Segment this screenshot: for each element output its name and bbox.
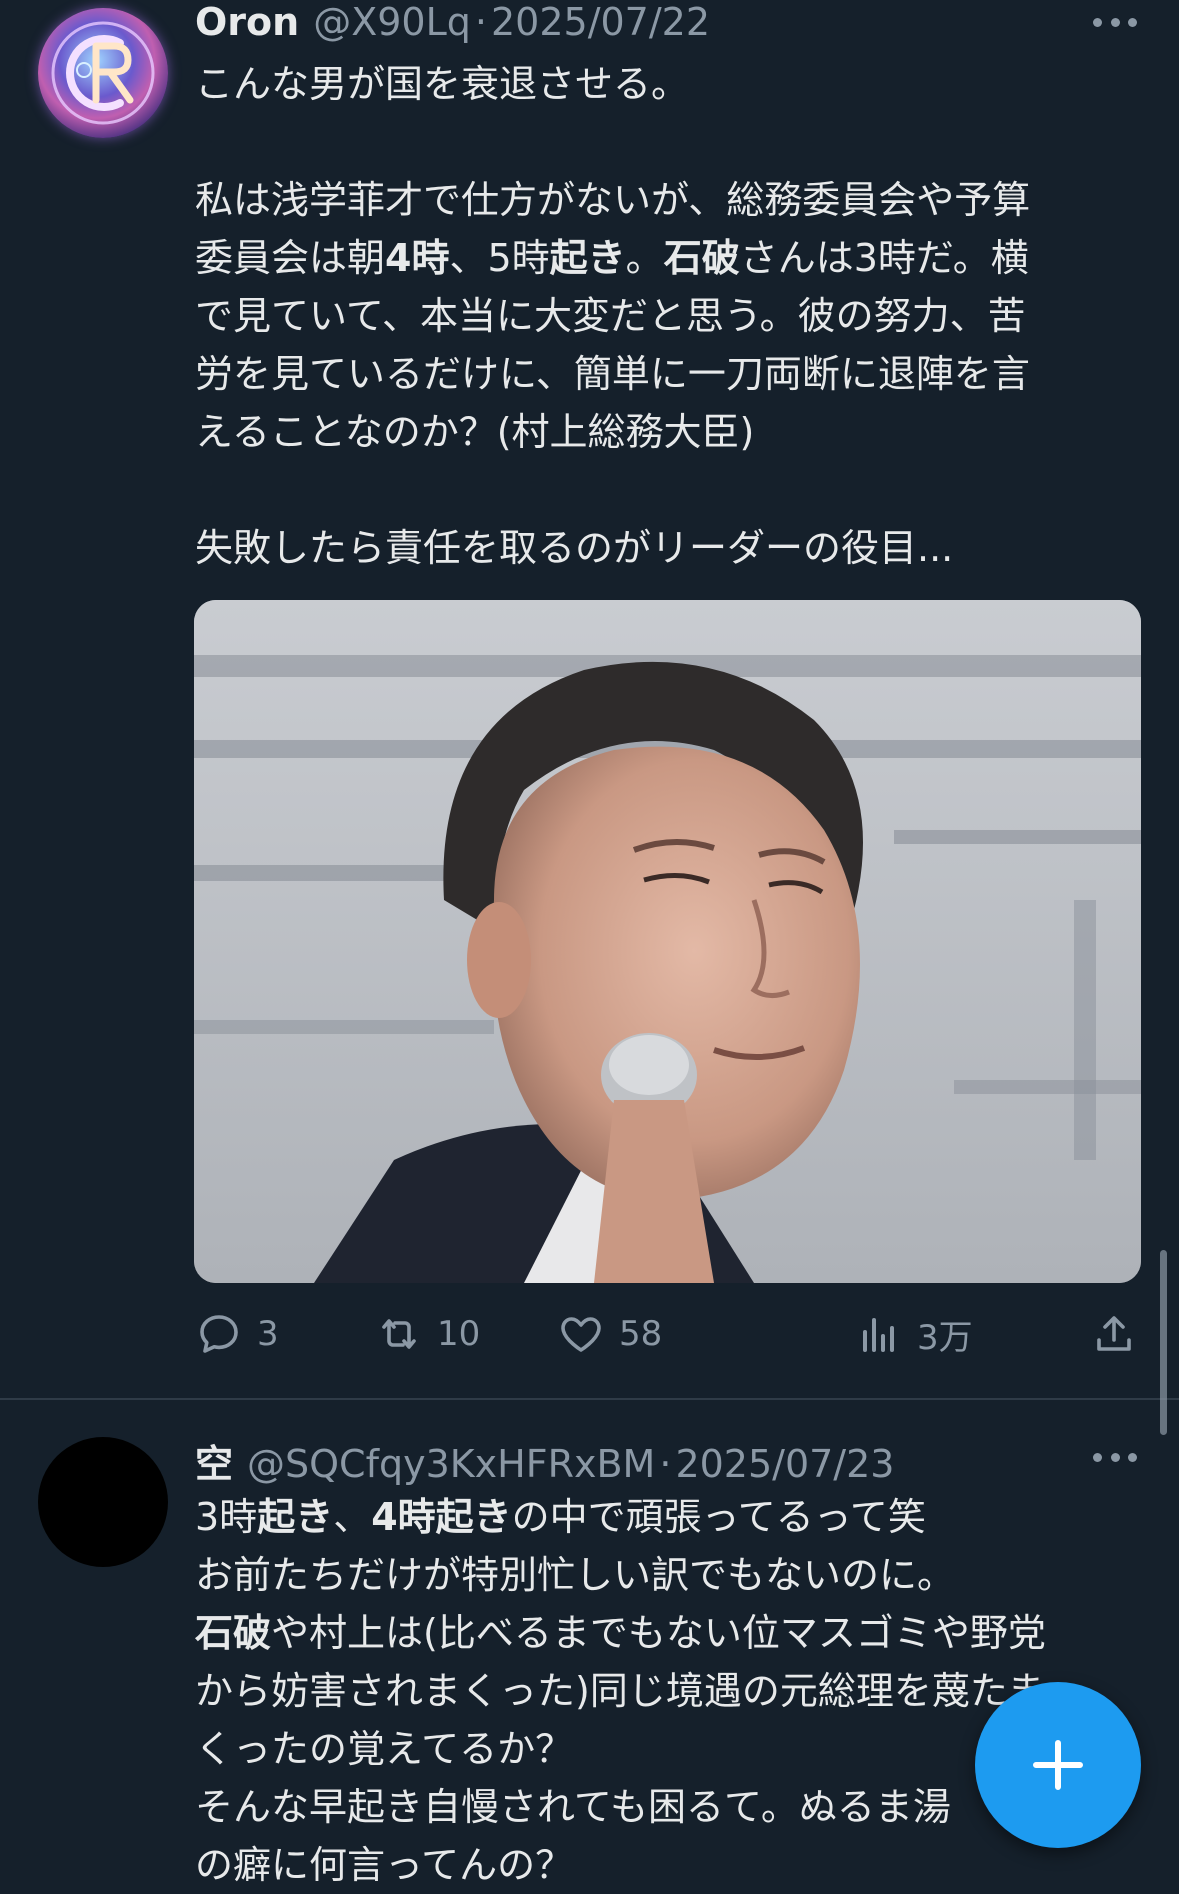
tweet-actions: 3 10 58 3万 [195, 1308, 1140, 1360]
more-options-button[interactable] [1093, 1447, 1137, 1467]
tweet-date[interactable]: 2025/07/23 [675, 1442, 894, 1486]
text-line: えることなのか？(村上総務大臣) [195, 403, 1145, 461]
text-line: こんな男が国を衰退させる。 [195, 55, 1145, 113]
avatar[interactable] [38, 8, 168, 138]
retweet-button[interactable]: 10 [375, 1308, 480, 1360]
tweet-header: 空 @SQCfqy3KxHFRxBM · 2025/07/23 [195, 1433, 894, 1486]
text-segment: こんな男が国を衰退させる。 [195, 62, 690, 106]
avatar[interactable] [38, 1437, 168, 1567]
share-button[interactable] [1090, 1308, 1152, 1360]
heart-icon [561, 1317, 601, 1352]
text-segment: くったの覚えてるか？ [195, 1727, 574, 1771]
tweet-text: こんな男が国を衰退させる。 私は浅学菲才で仕方がないが、総務委員会や予算 委員会は朝… [195, 55, 1145, 577]
text-segment: 失敗したら責任を取るのがリーダーの役目... [195, 526, 954, 570]
text-line: お前たちだけが特別忙しい訳でもないのに。 [195, 1546, 1145, 1604]
politician-photo [194, 600, 1141, 1283]
text-segment: の癖に何言ってんの？ [195, 1843, 574, 1887]
text-line: で見ていて、本当に大変だと思う。彼の努力、苦 [195, 287, 1145, 345]
plus-icon [1033, 1740, 1083, 1790]
views-count: 3万 [917, 1317, 973, 1358]
separator-dot: · [474, 0, 487, 44]
text-line: 石破や村上は(比べるまでもない位マスゴミや野党 [195, 1604, 1145, 1662]
text-segment: さんは3時だ。横 [739, 236, 1029, 280]
text-segment: 3時 [195, 1495, 258, 1539]
separator-dot: · [659, 1442, 672, 1486]
more-icon [1093, 1452, 1102, 1462]
bold-text: 4時起き [371, 1495, 512, 1539]
text-segment: 労を見ているだけに、簡単に一刀両断に退陣を言 [195, 352, 1030, 396]
tweet-header: Oron @X90Lq · 2025/07/22 [195, 0, 710, 48]
reply-icon [200, 1315, 238, 1353]
text-segment: から妨害されまくった)同じ境遇の元総理を蔑たま [195, 1669, 1045, 1713]
tweet-date[interactable]: 2025/07/22 [491, 0, 710, 44]
reply-count: 3 [257, 1314, 279, 1354]
text-line: 失敗したら責任を取るのがリーダーの役目... [195, 519, 1145, 577]
text-segment: そんな早起き自慢されても困るて。ぬるま湯 [195, 1785, 951, 1829]
retweet-count: 10 [437, 1314, 481, 1354]
like-count: 58 [619, 1314, 663, 1354]
text-segment: 、5時 [449, 236, 550, 280]
more-icon [1093, 17, 1102, 27]
views-icon [863, 1318, 894, 1352]
views-button[interactable]: 3万 [855, 1308, 973, 1360]
user-handle[interactable]: @X90Lq [313, 0, 471, 44]
text-line: 委員会は朝4時、5時起き。石破さんは3時だ。横 [195, 229, 1145, 287]
text-line: の癖に何言ってんの？ [195, 1836, 1145, 1894]
text-segment: お前たちだけが特別忙しい訳でもないのに。 [195, 1553, 956, 1597]
text-segment: 、 [333, 1495, 372, 1539]
text-line: 私は浅学菲才で仕方がないが、総務委員会や予算 [195, 171, 1145, 229]
compose-button[interactable] [975, 1682, 1141, 1848]
tweet-1[interactable]: Oron @X90Lq · 2025/07/22 こんな男が国を衰退させる。私は… [0, 0, 1179, 1398]
bold-text: 石破 [195, 1611, 272, 1655]
text-segment: 委員会は朝 [195, 236, 386, 280]
text-line: 労を見ているだけに、簡単に一刀両断に退陣を言 [195, 345, 1145, 403]
text-segment: で見ていて、本当に大変だと思う。彼の努力、苦 [195, 294, 1026, 338]
reply-button[interactable]: 3 [195, 1308, 279, 1360]
text-segment: 私は浅学菲才で仕方がないが、総務委員会や予算 [195, 178, 1031, 222]
tweet-text: 3時起き、4時起きの中で頑張ってるって笑お前たちだけが特別忙しい訳でもないのに。… [195, 1488, 1145, 1894]
text-segment: や村上は(比べるまでもない位マスゴミや野党 [271, 1611, 1046, 1655]
tweet-image[interactable] [194, 600, 1141, 1283]
bold-text: 起き [549, 236, 626, 280]
like-button[interactable]: 58 [557, 1308, 662, 1360]
oron-logo-icon [51, 21, 155, 125]
display-name[interactable]: 空 [195, 1433, 233, 1488]
text-line [195, 461, 1145, 519]
text-segment: えることなのか？(村上総務大臣) [195, 410, 755, 454]
bold-text: 石破 [663, 236, 740, 280]
display-name[interactable]: Oron [195, 0, 299, 44]
text-segment: 。 [625, 236, 664, 280]
share-icon [1097, 1316, 1131, 1351]
text-line [195, 113, 1145, 171]
bold-text: 4時 [385, 236, 450, 280]
more-options-button[interactable] [1093, 12, 1137, 32]
user-handle[interactable]: @SQCfqy3KxHFRxBM [247, 1442, 655, 1486]
text-segment: の中で頑張ってるって笑 [511, 1495, 926, 1539]
text-line: 3時起き、4時起きの中で頑張ってるって笑 [195, 1488, 1145, 1546]
retweet-icon [382, 1319, 416, 1349]
bold-text: 起き [257, 1495, 334, 1539]
